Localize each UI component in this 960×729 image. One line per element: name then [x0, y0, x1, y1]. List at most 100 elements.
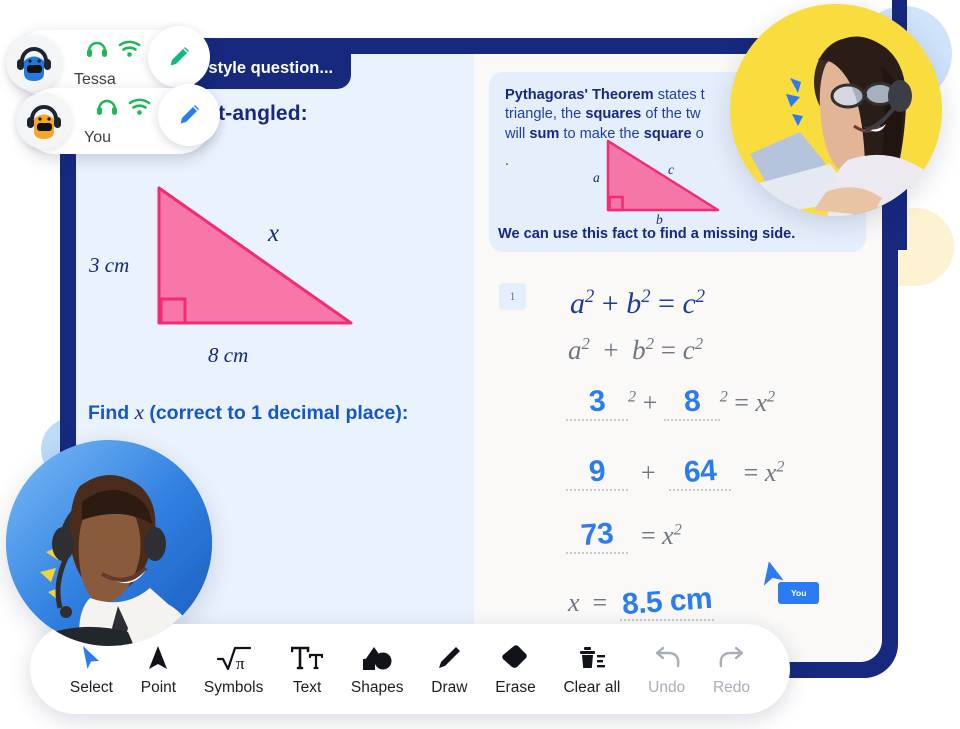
find-prefix: Find — [88, 402, 130, 424]
theorem-line2c: of the tw — [641, 106, 701, 123]
working-row-3[interactable]: 32 + 82 = x2 — [566, 384, 776, 421]
row2-a-exp: 2 — [581, 334, 590, 353]
handwritten-9: 9 — [587, 454, 607, 489]
tool-erase-label: Erase — [495, 679, 536, 696]
presence-name-tessa: Tessa — [74, 71, 116, 88]
triangle-label-vertical: 3 cm — [89, 253, 130, 277]
working-row-6[interactable]: x = 8.5 cm — [568, 581, 715, 622]
pen-button-you[interactable] — [158, 84, 220, 146]
tool-select[interactable]: Select — [70, 641, 113, 697]
row3-eq: = — [734, 388, 749, 417]
working-row-5[interactable]: 73 = x2 — [566, 516, 682, 554]
row4-rhs: x — [764, 458, 777, 487]
theorem-label-a: a — [593, 170, 600, 185]
answer-blank-4[interactable]: 64 — [668, 454, 731, 491]
avatar-you — [16, 93, 72, 149]
shapes-icon — [362, 641, 392, 671]
tool-point[interactable]: Point — [141, 641, 176, 697]
tool-point-label: Point — [140, 679, 177, 696]
pen-button-tessa[interactable] — [148, 26, 210, 88]
answer-blank-5[interactable]: 73 — [566, 516, 628, 554]
tool-undo[interactable]: Undo — [648, 641, 685, 697]
row1-eq: = — [658, 287, 675, 320]
wifi-icon — [118, 40, 141, 57]
avatar-tessa — [6, 35, 62, 91]
tool-shapes[interactable]: Shapes — [351, 641, 403, 697]
theorem-line1-rest: states t — [653, 87, 705, 103]
text-icon — [291, 641, 324, 671]
answer-blank-2[interactable]: 8 — [663, 384, 720, 421]
row5-eq: = — [641, 521, 656, 550]
tool-clear-all[interactable]: Clear all — [563, 641, 620, 697]
tool-undo-label: Undo — [648, 679, 686, 696]
theorem-bold-pythagoras: Pythagoras' Theorem — [505, 87, 654, 103]
handwritten-3: 3 — [587, 384, 607, 419]
row1-plus: + — [601, 287, 619, 320]
theorem-footer: We can use this fact to find a missing s… — [498, 226, 796, 242]
pencil-icon — [436, 641, 462, 671]
tool-erase[interactable]: Erase — [495, 641, 536, 697]
row1-c: c — [682, 287, 696, 320]
row4-plus: + — [641, 458, 656, 487]
tool-text[interactable]: Text — [291, 641, 324, 697]
triangle-label-horizontal: 8 cm — [208, 343, 249, 367]
answer-blank-final[interactable]: 8.5 cm — [620, 581, 715, 622]
svg-text:π: π — [236, 654, 245, 671]
row1-b-exp: 2 — [641, 286, 651, 307]
pencil-icon — [180, 105, 199, 124]
theorem-triangle-diagram — [590, 138, 740, 228]
presence-name-you: You — [84, 129, 111, 146]
tool-text-label: Text — [292, 679, 322, 696]
row2-plus: + — [603, 335, 619, 365]
handwritten-73: 73 — [579, 516, 615, 553]
row2-a: a — [568, 335, 582, 365]
find-instruction: Find x (correct to 1 decimal place): — [88, 400, 408, 425]
wifi-icon — [128, 98, 151, 115]
tool-symbols[interactable]: π Symbols — [204, 641, 263, 697]
row1-a-exp: 2 — [585, 286, 595, 307]
row1-b: b — [626, 287, 642, 320]
row3-exp-2: 2 — [719, 388, 728, 406]
handwritten-8: 8 — [682, 384, 701, 419]
row2-b: b — [632, 335, 646, 365]
student-avatar — [6, 440, 212, 646]
handwritten-answer: 8.5 cm — [621, 581, 714, 622]
tool-draw-label: Draw — [431, 679, 468, 696]
sqrt-pi-icon: π — [216, 641, 251, 671]
theorem-bold-squares: squares — [585, 106, 642, 123]
question-triangle-diagram: 3 cm 8 cm x — [86, 175, 416, 375]
theorem-line2a: triangle, the — [505, 106, 586, 123]
tool-redo[interactable]: Redo — [713, 641, 750, 697]
redo-arrow-icon — [717, 641, 747, 671]
presence-pill-you[interactable]: You — [16, 84, 220, 154]
row1-c-exp: 2 — [695, 286, 706, 307]
find-suffix: (correct to 1 decimal place): — [149, 402, 409, 424]
tool-redo-label: Redo — [712, 679, 751, 696]
row5-rhs-exp: 2 — [673, 521, 682, 539]
row4-eq: = — [743, 458, 759, 487]
working-row-1: a2 + b2 = c2 — [570, 286, 705, 321]
row3-rhs-exp: 2 — [767, 388, 776, 406]
step-number-badge: 1 — [499, 283, 526, 310]
row4-rhs-exp: 2 — [776, 458, 785, 476]
student-video-bubble[interactable] — [6, 440, 212, 646]
tutor-avatar — [730, 4, 942, 216]
tool-draw[interactable]: Draw — [431, 641, 467, 697]
tool-select-label: Select — [69, 679, 113, 696]
tutor-video-bubble[interactable] — [730, 4, 942, 216]
answer-blank-3[interactable]: 9 — [566, 454, 628, 491]
presence-icons-you — [96, 96, 151, 116]
avatar-icon — [27, 105, 61, 139]
row2-c-exp: 2 — [694, 334, 704, 353]
presence-pill-tessa[interactable]: Tessa — [6, 26, 210, 96]
theorem-bold-sum: sum — [529, 125, 560, 142]
row1-a: a — [570, 287, 585, 320]
row6-lhs: x — [568, 588, 580, 617]
avatar-icon — [17, 47, 51, 81]
row2-c: c — [682, 335, 695, 365]
working-row-4[interactable]: 9 + 64 = x2 — [566, 454, 785, 491]
pencil-icon — [170, 47, 189, 66]
answer-blank-1[interactable]: 3 — [566, 384, 628, 421]
row3-plus: + — [642, 388, 658, 417]
row2-b-exp: 2 — [645, 334, 654, 353]
